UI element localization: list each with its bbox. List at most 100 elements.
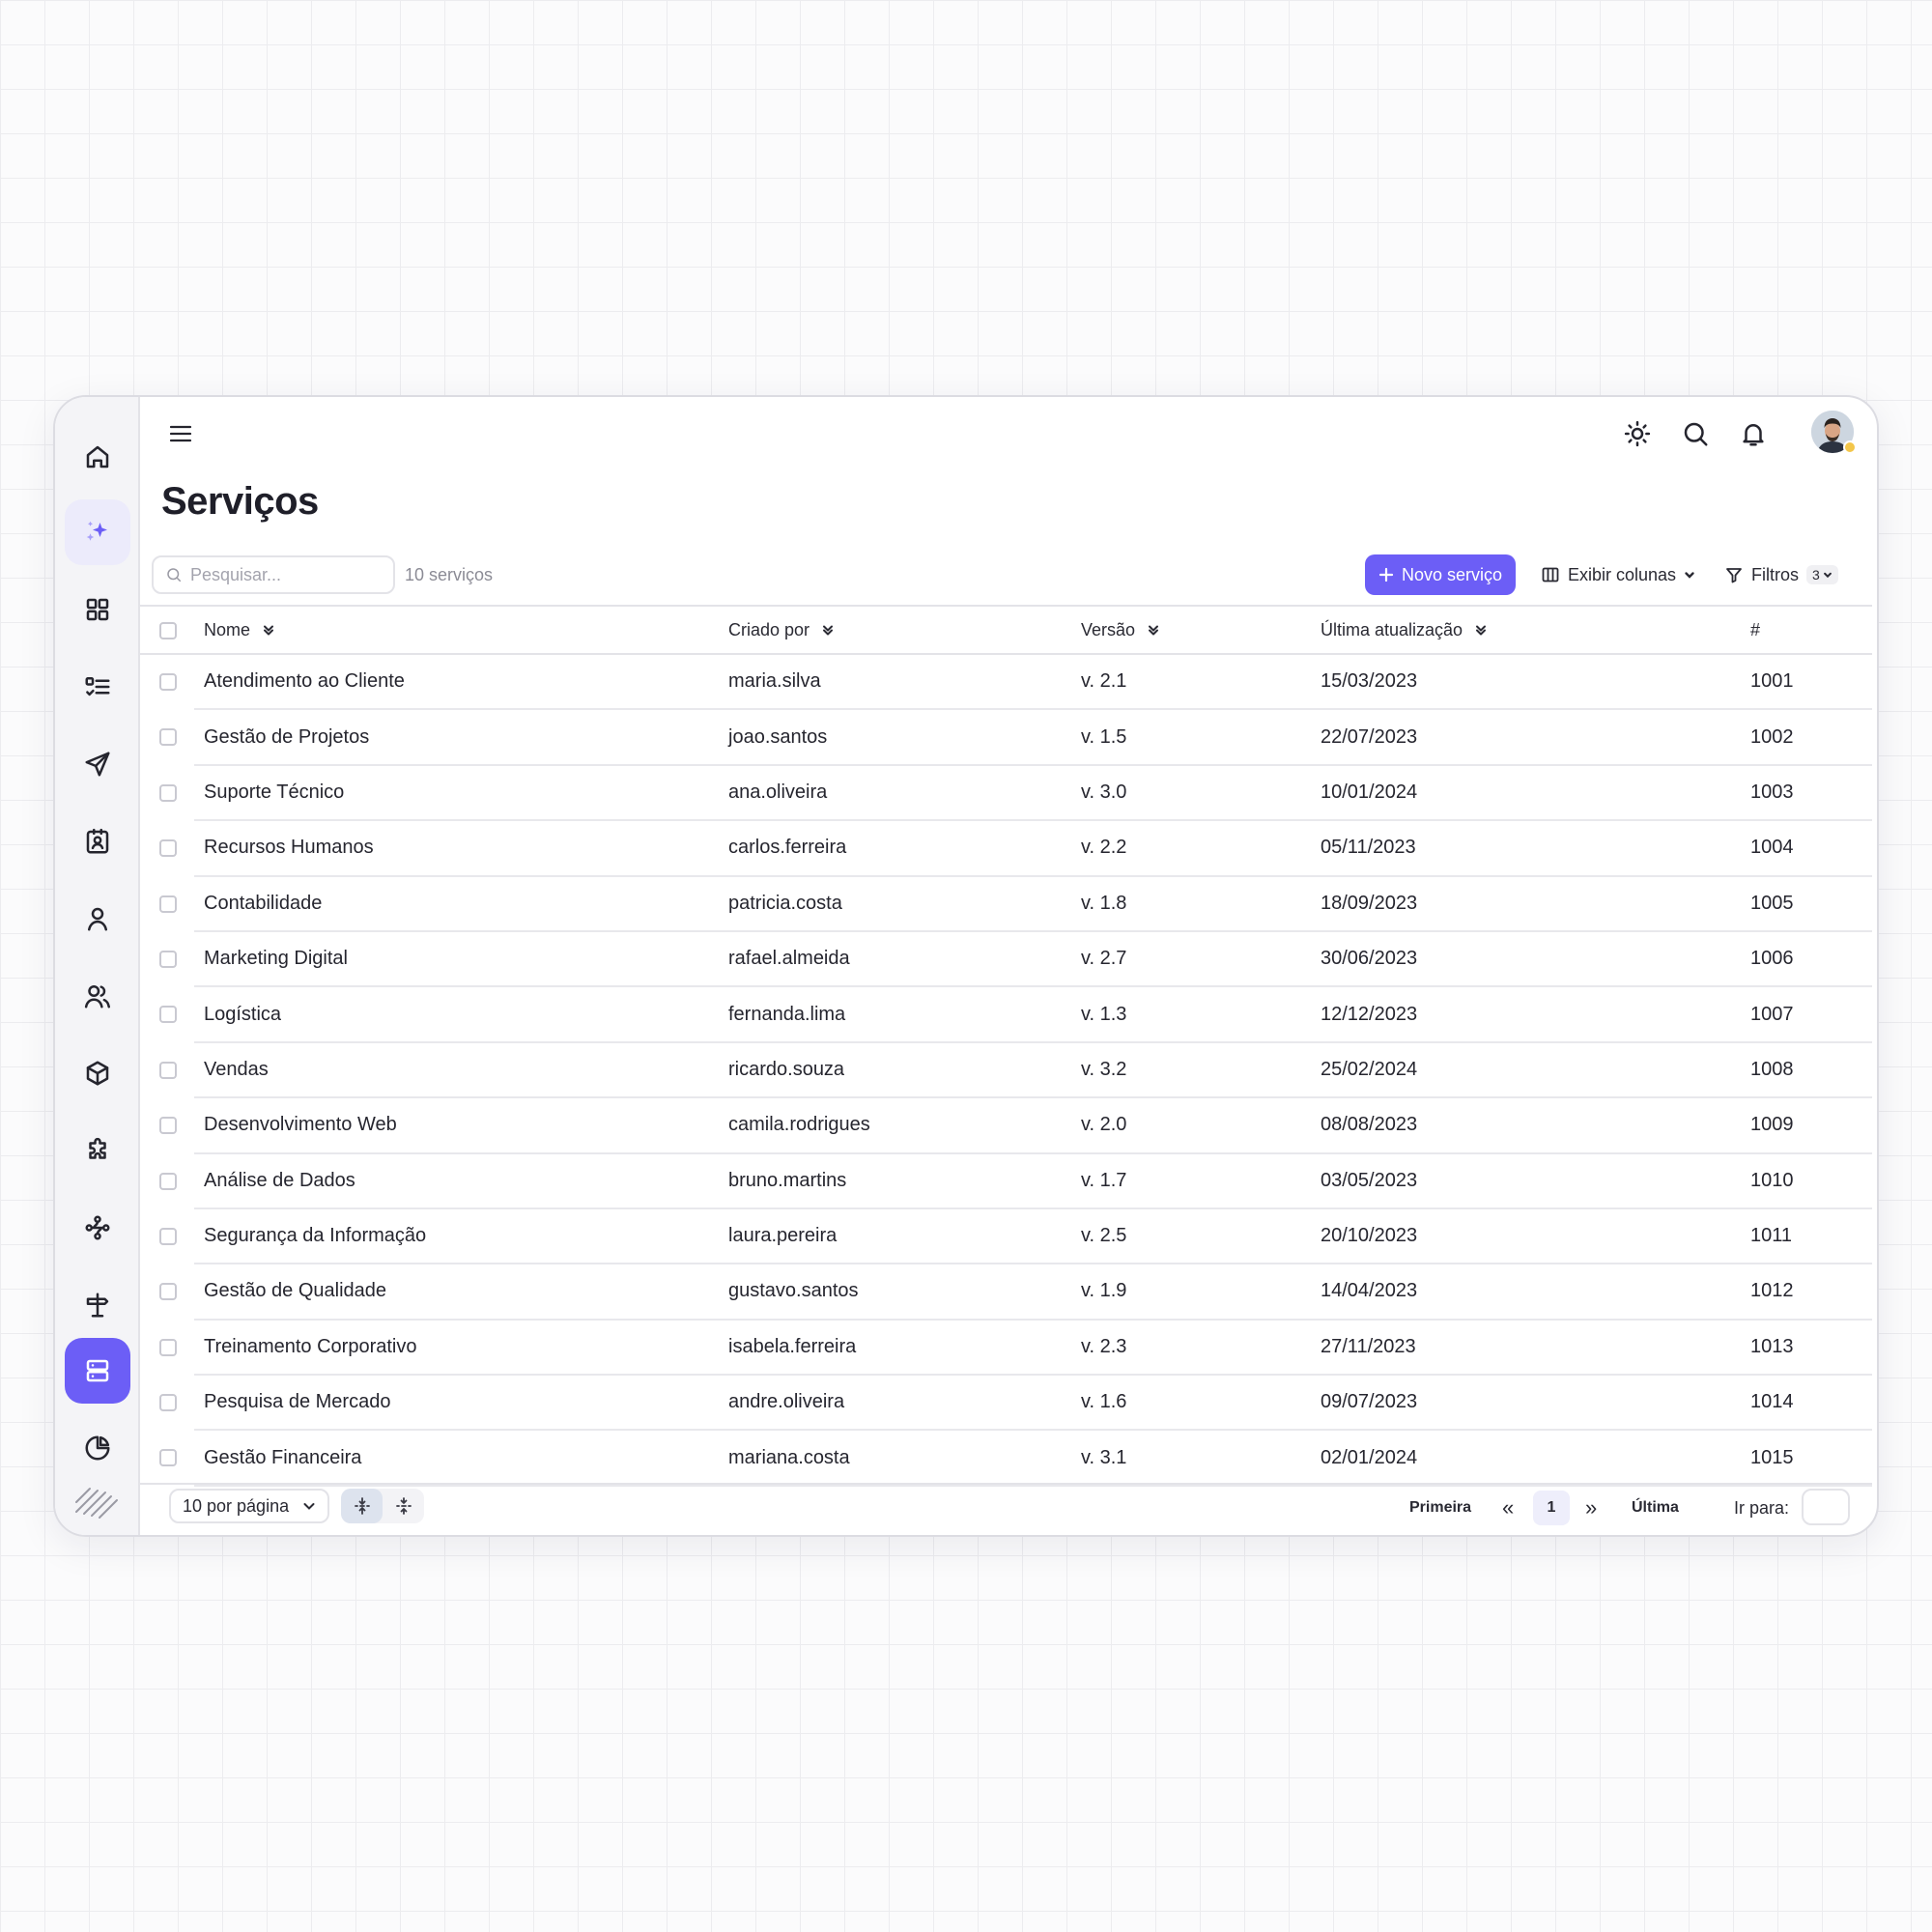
logo-icon xyxy=(75,1488,118,1519)
box-icon xyxy=(86,1061,109,1086)
menu-toggle[interactable] xyxy=(165,418,196,449)
cell-name: Vendas xyxy=(204,1058,269,1080)
cell-updated: 10/01/2024 xyxy=(1321,781,1418,803)
collapse-vertical-icon xyxy=(395,1497,412,1515)
table-row[interactable]: Atendimento ao Cliente maria.silva v. 2.1 1… xyxy=(159,655,1872,711)
density-toggle xyxy=(341,1489,424,1523)
row-checkbox[interactable] xyxy=(159,1172,177,1190)
per-page-select[interactable]: 10 por página xyxy=(169,1489,330,1523)
table-row[interactable]: Logística fernanda.lima v. 1.3 12/12/2023 10… xyxy=(159,987,1872,1043)
select-all-checkbox[interactable] xyxy=(159,622,177,639)
density-expanded-button[interactable] xyxy=(341,1489,383,1523)
divider xyxy=(140,1483,1872,1485)
table-row[interactable]: Recursos Humanos carlos.ferreira v. 2.2 05/… xyxy=(159,821,1872,877)
puzzle-icon xyxy=(89,1137,106,1159)
sidebar-item-contacts[interactable] xyxy=(65,809,130,874)
sidebar-item-services[interactable] xyxy=(65,1338,130,1404)
sidebar-item-users[interactable] xyxy=(65,963,130,1029)
theme-toggle[interactable] xyxy=(1618,414,1657,453)
table-row[interactable]: Marketing Digital rafael.almeida v. 2.7 30/… xyxy=(159,932,1872,988)
user-icon xyxy=(88,907,107,931)
columns-button[interactable]: Exibir colunas xyxy=(1541,554,1695,595)
cell-version: v. 1.5 xyxy=(1081,725,1127,748)
cell-created-by: gustavo.santos xyxy=(728,1280,859,1302)
cell-created-by: isabela.ferreira xyxy=(728,1335,857,1357)
sidebar-item-products[interactable] xyxy=(65,1040,130,1106)
user-avatar[interactable] xyxy=(1811,411,1857,454)
row-checkbox[interactable] xyxy=(159,1061,177,1079)
last-page-button[interactable]: Última xyxy=(1632,1491,1679,1525)
table-row[interactable]: Desenvolvimento Web camila.rodrigues v. 2.… xyxy=(159,1098,1872,1154)
row-checkbox[interactable] xyxy=(159,1227,177,1245)
row-checkbox[interactable] xyxy=(159,1449,177,1467)
cell-id: 1004 xyxy=(1750,837,1794,859)
goto-page-input[interactable] xyxy=(1802,1489,1850,1525)
table-row[interactable]: Gestão de Projetos joao.santos v. 1.5 22/07… xyxy=(159,710,1872,766)
column-header-name[interactable]: Nome xyxy=(204,607,275,653)
sidebar-item-send[interactable] xyxy=(65,731,130,797)
cell-id: 1001 xyxy=(1750,670,1794,693)
table-row[interactable]: Segurança da Informação laura.pereira v. 2… xyxy=(159,1209,1872,1265)
table-row[interactable]: Contabilidade patricia.costa v. 1.8 18/09/2… xyxy=(159,877,1872,932)
column-header-updated[interactable]: Última atualização xyxy=(1321,607,1488,653)
sidebar-item-tasks[interactable] xyxy=(65,654,130,720)
row-checkbox[interactable] xyxy=(159,950,177,968)
row-checkbox[interactable] xyxy=(159,728,177,747)
table-row[interactable]: Treinamento Corporativo isabela.ferreira v… xyxy=(159,1321,1872,1377)
column-header-version[interactable]: Versão xyxy=(1081,607,1160,653)
cell-created-by: rafael.almeida xyxy=(728,948,850,970)
row-checkbox[interactable] xyxy=(159,783,177,802)
sidebar-item-home[interactable] xyxy=(65,424,130,490)
table-row[interactable]: Pesquisa de Mercado andre.oliveira v. 1.6 0… xyxy=(159,1376,1872,1432)
cell-id: 1002 xyxy=(1750,725,1794,748)
cell-updated: 25/02/2024 xyxy=(1321,1058,1418,1080)
table-row[interactable]: Gestão de Qualidade gustavo.santos v. 1.9 1… xyxy=(159,1264,1872,1321)
next-page-button[interactable]: » xyxy=(1585,1491,1597,1525)
table-row[interactable]: Gestão Financeira mariana.costa v. 3.1 02/0… xyxy=(159,1431,1872,1487)
sidebar-item-workflows[interactable] xyxy=(65,1195,130,1261)
table-row[interactable]: Suporte Técnico ana.oliveira v. 3.0 10/01/2… xyxy=(159,766,1872,822)
row-checkbox[interactable] xyxy=(159,1394,177,1412)
sidebar-item-roadmap[interactable] xyxy=(65,1272,130,1338)
first-page-button[interactable]: Primeira xyxy=(1409,1491,1471,1525)
cell-name: Logística xyxy=(204,1003,282,1025)
table-row[interactable]: Análise de Dados bruno.martins v. 1.7 03/05… xyxy=(159,1154,1872,1209)
column-label: Nome xyxy=(204,619,251,639)
cell-name: Pesquisa de Mercado xyxy=(204,1391,391,1413)
sidebar-item-reports[interactable] xyxy=(65,1415,130,1481)
row-checkbox[interactable] xyxy=(159,839,177,858)
sidebar-item-ai[interactable] xyxy=(65,499,130,565)
current-page[interactable]: 1 xyxy=(1533,1491,1570,1525)
filters-count-badge: 3 xyxy=(1806,565,1838,584)
cell-name: Desenvolvimento Web xyxy=(204,1114,397,1136)
cell-created-by: bruno.martins xyxy=(728,1169,847,1191)
notifications-button[interactable] xyxy=(1734,414,1773,453)
prev-page-button[interactable]: « xyxy=(1502,1491,1514,1525)
cell-name: Gestão de Qualidade xyxy=(204,1280,387,1302)
cell-id: 1006 xyxy=(1750,948,1794,970)
filters-button[interactable]: Filtros 3 xyxy=(1724,554,1838,595)
new-service-button[interactable]: Novo serviço xyxy=(1365,554,1517,595)
sidebar-item-integrations[interactable] xyxy=(65,1118,130,1183)
column-header-created-by[interactable]: Criado por xyxy=(728,607,835,653)
sidebar-item-user[interactable] xyxy=(65,886,130,952)
new-service-label: Novo serviço xyxy=(1402,564,1503,584)
row-checkbox[interactable] xyxy=(159,1283,177,1301)
cell-version: v. 2.2 xyxy=(1081,837,1127,859)
global-search-button[interactable] xyxy=(1676,414,1715,453)
row-checkbox[interactable] xyxy=(159,1006,177,1024)
cell-version: v. 3.0 xyxy=(1081,781,1127,803)
checklist-icon xyxy=(85,677,110,696)
row-checkbox[interactable] xyxy=(159,1117,177,1135)
density-compact-button[interactable] xyxy=(383,1489,424,1523)
cell-updated: 09/07/2023 xyxy=(1321,1391,1418,1413)
row-checkbox[interactable] xyxy=(159,673,177,691)
table-row[interactable]: Vendas ricardo.souza v. 3.2 25/02/2024 1008 xyxy=(159,1043,1872,1099)
row-checkbox[interactable] xyxy=(159,895,177,913)
cell-version: v. 2.1 xyxy=(1081,670,1127,693)
search-input[interactable] xyxy=(190,564,384,585)
search-box[interactable] xyxy=(152,555,395,594)
row-checkbox[interactable] xyxy=(159,1338,177,1356)
sidebar-item-dashboard[interactable] xyxy=(65,577,130,642)
table-footer: 10 por página Primeira « 1 » Última Ir p… xyxy=(140,1483,1872,1535)
